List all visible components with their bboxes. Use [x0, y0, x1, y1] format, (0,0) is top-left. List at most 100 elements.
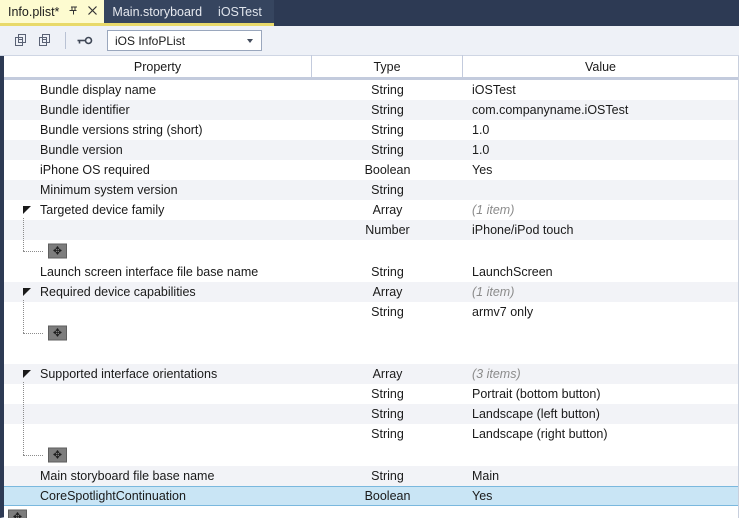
table-row[interactable]: String Portrait (bottom button) [4, 384, 738, 404]
cell-value[interactable]: (1 item) [463, 200, 738, 220]
table-row[interactable]: Main storyboard file base name String Main [4, 466, 738, 486]
table-row[interactable]: Bundle identifier String com.companyname.i… [4, 100, 738, 120]
table-row-selected[interactable]: CoreSpotlightContinuation Boolean Yes [4, 486, 738, 506]
table-row[interactable]: Required device capabilities Array (1 item… [4, 282, 738, 302]
editor-toolbar: iOS InfoPList [0, 26, 739, 56]
cell-type[interactable]: Array [312, 364, 463, 384]
expander-triangle-icon[interactable] [23, 370, 31, 378]
column-header-type[interactable]: Type [312, 54, 463, 79]
cell-value[interactable] [463, 180, 738, 200]
scheme-combobox-value: iOS InfoPList [115, 33, 186, 48]
cell-type[interactable]: Number [312, 220, 463, 240]
add-item-row[interactable]: ✥ [4, 240, 738, 262]
cell-property[interactable]: Minimum system version [4, 180, 312, 200]
cell-value[interactable]: armv7 only [463, 302, 738, 322]
cell-property[interactable]: CoreSpotlightContinuation [4, 487, 312, 505]
cell-type[interactable]: String [312, 120, 463, 140]
add-entry-button[interactable]: ✥ [48, 243, 67, 259]
cell-property[interactable]: Launch screen interface file base name [4, 262, 312, 282]
table-row[interactable]: Supported interface orientations Array (3 … [4, 364, 738, 384]
expander-triangle-icon[interactable] [23, 288, 31, 296]
paste-icon[interactable] [34, 30, 56, 52]
cell-type[interactable]: String [312, 262, 463, 282]
add-item-row[interactable]: ✥ [4, 444, 738, 466]
cell-type[interactable]: String [312, 384, 463, 404]
cell-type[interactable]: String [312, 140, 463, 160]
cell-property[interactable] [4, 424, 312, 444]
cell-value[interactable]: 1.0 [463, 140, 738, 160]
chevron-down-icon[interactable] [247, 38, 253, 43]
tab-info-plist[interactable]: Info.plist* [0, 0, 105, 26]
add-item-row[interactable]: ✥ [4, 322, 738, 344]
cell-property[interactable]: Bundle version [4, 140, 312, 160]
cell-type[interactable]: String [312, 466, 463, 486]
table-row[interactable]: Number iPhone/iPod touch [4, 220, 738, 240]
cell-property[interactable]: Targeted device family [4, 200, 312, 220]
cell-type[interactable]: String [312, 100, 463, 120]
tree-connector [23, 251, 43, 252]
cell-value[interactable]: com.companyname.iOSTest [463, 100, 738, 120]
cell-property[interactable]: Supported interface orientations [4, 364, 312, 384]
cell-property[interactable]: Main storyboard file base name [4, 466, 312, 486]
tree-connector [23, 218, 24, 251]
table-row[interactable]: String armv7 only [4, 302, 738, 322]
tab-main-storyboard[interactable]: Main.storyboard [104, 0, 209, 26]
add-entry-button[interactable]: ✥ [48, 447, 67, 463]
close-icon[interactable] [87, 5, 98, 18]
cell-value[interactable]: Yes [463, 487, 738, 505]
scheme-combobox[interactable]: iOS InfoPList [107, 30, 262, 51]
pin-icon[interactable] [68, 5, 79, 18]
table-row[interactable]: iPhone OS required Boolean Yes [4, 160, 738, 180]
cell-property[interactable] [4, 404, 312, 424]
cell-type[interactable]: Boolean [312, 487, 463, 505]
cell-value[interactable]: Landscape (left button) [463, 404, 738, 424]
table-row[interactable]: Bundle display name String iOSTest [4, 80, 738, 100]
cell-value[interactable]: LaunchScreen [463, 262, 738, 282]
tab-ios-test-label: iOSTest [218, 4, 262, 19]
table-row[interactable]: Minimum system version String [4, 180, 738, 200]
cell-value[interactable]: (1 item) [463, 282, 738, 302]
cell-type[interactable]: String [312, 302, 463, 322]
cell-value[interactable]: Landscape (right button) [463, 424, 738, 444]
cell-property[interactable]: Required device capabilities [4, 282, 312, 302]
column-header-property[interactable]: Property [4, 54, 312, 79]
cell-value[interactable]: 1.0 [463, 120, 738, 140]
expander-triangle-icon[interactable] [23, 206, 31, 214]
cell-value[interactable]: (3 items) [463, 364, 738, 384]
cell-type[interactable]: String [312, 404, 463, 424]
add-entry-button[interactable]: ✥ [48, 325, 67, 341]
add-entry-button[interactable]: ✥ [8, 509, 27, 518]
table-row[interactable]: Bundle versions string (short) String 1.0 [4, 120, 738, 140]
tree-connector [23, 455, 43, 456]
table-row[interactable]: Targeted device family Array (1 item) [4, 200, 738, 220]
cell-type[interactable]: Array [312, 282, 463, 302]
cell-property[interactable]: iPhone OS required [4, 160, 312, 180]
cell-value[interactable]: iPhone/iPod touch [463, 220, 738, 240]
tab-bar: Info.plist* Main.storyboard iOSTest [0, 0, 739, 26]
cell-property[interactable]: Bundle identifier [4, 100, 312, 120]
cell-property[interactable]: Bundle versions string (short) [4, 120, 312, 140]
cell-property[interactable] [4, 302, 312, 322]
column-header-value[interactable]: Value [463, 55, 738, 79]
table-row[interactable]: String Landscape (left button) [4, 404, 738, 424]
cell-property[interactable]: Bundle display name [4, 80, 312, 100]
cell-type[interactable]: String [312, 80, 463, 100]
cell-value[interactable]: Portrait (bottom button) [463, 384, 738, 404]
cell-property[interactable] [4, 220, 312, 240]
add-item-row[interactable]: ✥ [4, 506, 738, 518]
key-icon[interactable] [73, 30, 95, 52]
cell-value[interactable]: Yes [463, 160, 738, 180]
plus-icon: ✥ [52, 244, 63, 258]
table-row[interactable]: Bundle version String 1.0 [4, 140, 738, 160]
tab-ios-test-preview[interactable]: iOSTest [208, 0, 274, 26]
cell-type[interactable]: String [312, 424, 463, 444]
table-row[interactable]: String Landscape (right button) [4, 424, 738, 444]
cell-type[interactable]: Array [312, 200, 463, 220]
cell-property[interactable] [4, 384, 312, 404]
cell-type[interactable]: Boolean [312, 160, 463, 180]
table-row[interactable]: Launch screen interface file base name St… [4, 262, 738, 282]
cell-value[interactable]: iOSTest [463, 80, 738, 100]
cell-type[interactable]: String [312, 180, 463, 200]
copy-icon[interactable] [10, 30, 32, 52]
cell-value[interactable]: Main [463, 466, 738, 486]
